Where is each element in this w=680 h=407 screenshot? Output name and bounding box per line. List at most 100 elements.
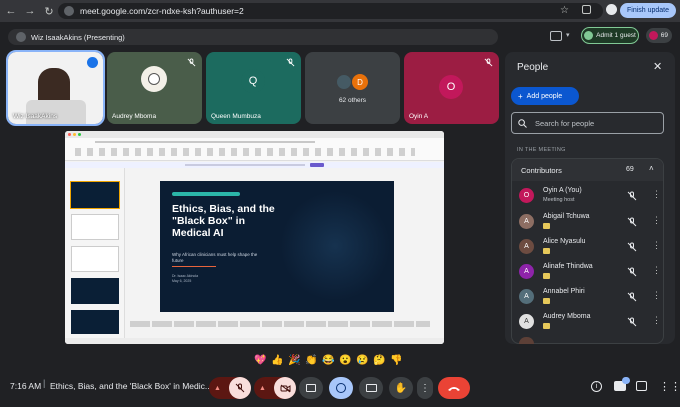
clap-reaction[interactable]: 👏 [304, 353, 319, 368]
sad-reaction[interactable]: 😢 [355, 353, 370, 368]
admit-guest-button[interactable]: Admit 1 guest [581, 27, 639, 44]
chevron-down-icon[interactable]: ▾ [566, 31, 570, 39]
contributors-header[interactable]: Contributors 69 ˄ [512, 159, 663, 181]
chat-icon[interactable] [636, 381, 647, 391]
avatar: A [519, 314, 534, 329]
laugh-reaction[interactable]: 😂 [321, 353, 336, 368]
activities-icon[interactable]: ⋮⋮ [659, 380, 680, 393]
mic-off-button[interactable] [229, 377, 251, 399]
speaker-notes [130, 321, 430, 327]
participant-name: Oyin A (You) [543, 187, 582, 194]
profile-avatar[interactable] [606, 4, 617, 15]
reactions-button[interactable] [329, 377, 353, 399]
more-vert-icon[interactable]: ⋮ [652, 215, 661, 226]
mic-off-icon [187, 58, 196, 67]
layout-icon[interactable] [550, 31, 562, 41]
mic-off-icon [627, 217, 637, 227]
participant-count: 69 [660, 32, 668, 39]
meeting-time: 7:16 AM [10, 381, 42, 391]
forward-icon[interactable]: → [22, 3, 38, 19]
more-vert-icon[interactable]: ⋮ [652, 315, 661, 326]
thumbnail-2[interactable] [71, 214, 119, 240]
info-icon[interactable]: i [591, 381, 602, 392]
tile-name: Oyin A [409, 113, 429, 120]
chevron-up-icon[interactable]: ˄ [649, 164, 654, 173]
tile-others[interactable]: D 62 others [305, 52, 400, 124]
thumbs-up-reaction[interactable]: 👍 [270, 353, 285, 368]
present-icon [306, 384, 316, 392]
participant-count-badge[interactable]: 69 [646, 28, 672, 43]
thumbnail-4[interactable] [71, 278, 119, 304]
more-options-button[interactable]: ⋮ [417, 377, 433, 399]
add-people-button[interactable]: + Add people [511, 87, 579, 105]
tile-oyin[interactable]: O Oyin A [404, 52, 499, 124]
camera-control[interactable]: ▲ [254, 377, 296, 399]
tile-audrey[interactable]: Audrey Mboma [107, 52, 202, 124]
tile-queen[interactable]: Q Queen Mumbuza [206, 52, 301, 124]
mic-off-icon [627, 292, 637, 302]
avatar: O [519, 188, 534, 203]
search-placeholder: Search for people [535, 118, 595, 128]
participant-row[interactable]: A Annabel Phiri ⋮ [515, 285, 665, 309]
shared-screen[interactable]: Ethics, Bias, and the "Black Box" in Med… [65, 131, 444, 344]
thumbs-down-reaction[interactable]: 👎 [389, 353, 404, 368]
participant-row[interactable]: A Abigail Tchuwa ⋮ [515, 210, 665, 234]
contributors-label: Contributors [521, 166, 562, 175]
back-icon[interactable]: ← [3, 3, 19, 19]
others-label: 62 others [338, 97, 367, 104]
others-avatar-photo [336, 74, 352, 90]
app-ribbon [65, 138, 444, 161]
thumbnail-1[interactable] [70, 181, 120, 209]
meeting-title: Ethics, Bias, and the 'Black Box' in Med… [50, 381, 212, 391]
finish-update-button[interactable]: Finish update [620, 3, 676, 18]
slide-tag [172, 192, 240, 196]
mic-off-icon [286, 58, 295, 67]
people-panel: People ✕ + Add people Search for people … [505, 52, 675, 344]
star-icon[interactable]: ☆ [560, 5, 569, 16]
separator: | [43, 378, 46, 388]
participant-name: Annabel Phiri [543, 288, 585, 295]
tile-name: Audrey Mboma [112, 113, 157, 120]
avatar: A [519, 214, 534, 229]
thinking-reaction[interactable]: 🤔 [372, 353, 387, 368]
tile-presenter[interactable]: Wiz IsaakAkins [6, 50, 105, 126]
surprised-reaction[interactable]: 😮 [338, 353, 353, 368]
cast-icon[interactable] [582, 5, 591, 14]
raise-hand-button[interactable]: ✋ [389, 377, 413, 399]
bunny-avatar [141, 66, 167, 92]
participant-row[interactable]: A Alinafe Thindwa ⋮ [515, 260, 665, 284]
party-reaction[interactable]: 🎉 [287, 353, 302, 368]
thumbnail-5[interactable] [71, 310, 119, 334]
chevron-up-icon[interactable]: ▲ [214, 385, 221, 392]
captions-button[interactable] [359, 377, 383, 399]
present-button[interactable] [299, 377, 323, 399]
captions-icon [365, 384, 377, 392]
close-icon[interactable]: ✕ [653, 60, 662, 73]
address-bar[interactable]: meet.google.com/zcr-ndxe-ksh?authuser=2 [58, 3, 603, 19]
site-info-icon[interactable] [64, 6, 74, 16]
more-vert-icon[interactable]: ⋮ [652, 240, 661, 251]
chevron-up-icon[interactable]: ▲ [259, 385, 266, 392]
reload-icon[interactable]: ↻ [41, 3, 57, 19]
contributor-badge-icon [543, 273, 550, 279]
participant-row[interactable]: O Oyin A (You) Meeting host ⋮ [515, 184, 665, 208]
browser-toolbar: ← → ↻ meet.google.com/zcr-ndxe-ksh?authu… [0, 0, 680, 22]
mic-control[interactable]: ▲ [209, 377, 251, 399]
app-titlebar [65, 131, 444, 138]
participant-row[interactable]: A Alice Nyasulu ⋮ [515, 235, 665, 259]
add-people-label: Add people [526, 92, 563, 100]
presenting-chip[interactable]: Wiz IsaakAkins (Presenting) [8, 29, 498, 45]
leave-call-button[interactable] [438, 377, 470, 399]
more-vert-icon[interactable]: ⋮ [652, 189, 661, 200]
heart-reaction[interactable]: 💖 [253, 353, 268, 368]
oyin-avatar: O [439, 75, 463, 99]
more-vert-icon[interactable]: ⋮ [652, 265, 661, 276]
thumbnail-3[interactable] [71, 246, 119, 272]
contributors-count: 69 [626, 166, 634, 173]
camera-off-button[interactable] [274, 377, 296, 399]
mic-off-icon [484, 58, 493, 67]
search-input[interactable]: Search for people [511, 112, 664, 134]
more-vert-icon[interactable]: ⋮ [652, 290, 661, 301]
main-slide: Ethics, Bias, and the "Black Box" in Med… [160, 181, 394, 312]
participant-row[interactable]: A Audrey Mboma ⋮ [515, 310, 665, 334]
